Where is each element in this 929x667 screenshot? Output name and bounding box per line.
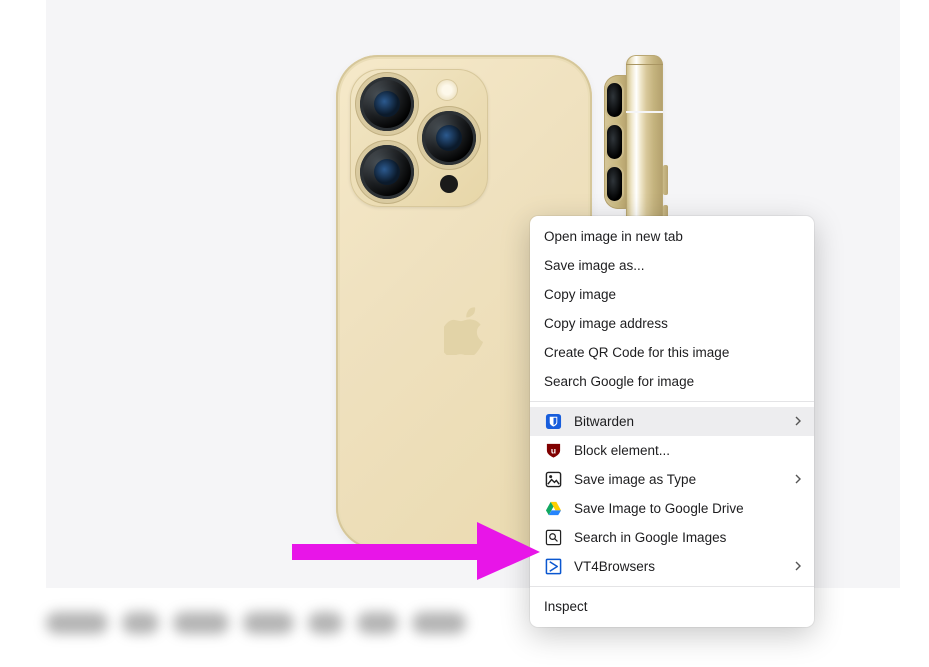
menu-item-inspect[interactable]: Inspect <box>530 592 814 621</box>
menu-item-label: Inspect <box>544 599 588 614</box>
submenu-arrow-icon <box>794 559 802 574</box>
menu-item-save-as[interactable]: Save image as... <box>530 251 814 280</box>
menu-item-save-gdrive[interactable]: Save Image to Google Drive <box>530 494 814 523</box>
vt4browsers-icon <box>544 558 562 576</box>
side-button-icon <box>663 165 668 195</box>
menu-item-label: VT4Browsers <box>574 559 655 574</box>
menu-item-copy-address[interactable]: Copy image address <box>530 309 814 338</box>
menu-item-bitwarden[interactable]: Bitwarden <box>530 407 814 436</box>
camera-lens-icon <box>607 167 622 201</box>
menu-separator <box>530 586 814 587</box>
submenu-arrow-icon <box>794 472 802 487</box>
menu-item-label: Bitwarden <box>574 414 634 429</box>
camera-lens-icon <box>360 77 414 131</box>
menu-item-qr-code[interactable]: Create QR Code for this image <box>530 338 814 367</box>
menu-separator <box>530 401 814 402</box>
submenu-arrow-icon <box>794 414 802 429</box>
apple-logo-icon <box>444 307 484 355</box>
menu-item-open-new-tab[interactable]: Open image in new tab <box>530 222 814 251</box>
menu-item-label: Create QR Code for this image <box>544 345 729 360</box>
camera-lens-icon <box>360 145 414 199</box>
camera-lens-icon <box>607 125 622 159</box>
camera-lens-icon <box>422 111 476 165</box>
menu-item-label: Save image as Type <box>574 472 696 487</box>
menu-item-label: Search Google for image <box>544 374 694 389</box>
blurred-caption <box>46 612 466 646</box>
menu-item-label: Copy image <box>544 287 616 302</box>
google-images-icon <box>544 529 562 547</box>
camera-flash-icon <box>436 79 458 101</box>
bitwarden-icon <box>544 413 562 431</box>
menu-item-copy-image[interactable]: Copy image <box>530 280 814 309</box>
menu-item-vt4browsers[interactable]: VT4Browsers <box>530 552 814 581</box>
google-drive-icon <box>544 500 562 518</box>
ublock-icon: u <box>544 442 562 460</box>
camera-module <box>350 69 488 207</box>
camera-bump-side <box>604 75 626 209</box>
menu-item-label: Save Image to Google Drive <box>574 501 744 516</box>
menu-item-label: Save image as... <box>544 258 645 273</box>
menu-item-label: Block element... <box>574 443 670 458</box>
svg-text:u: u <box>550 445 555 455</box>
lidar-sensor-icon <box>440 175 458 193</box>
menu-item-label: Search in Google Images <box>574 530 726 545</box>
menu-item-search-google[interactable]: Search Google for image <box>530 367 814 396</box>
menu-item-save-as-type[interactable]: Save image as Type <box>530 465 814 494</box>
image-type-icon <box>544 471 562 489</box>
menu-item-label: Open image in new tab <box>544 229 683 244</box>
camera-lens-icon <box>607 83 622 117</box>
menu-item-block-element[interactable]: u Block element... <box>530 436 814 465</box>
context-menu: Open image in new tab Save image as... C… <box>530 216 814 627</box>
menu-item-search-gimages[interactable]: Search in Google Images <box>530 523 814 552</box>
menu-item-label: Copy image address <box>544 316 668 331</box>
